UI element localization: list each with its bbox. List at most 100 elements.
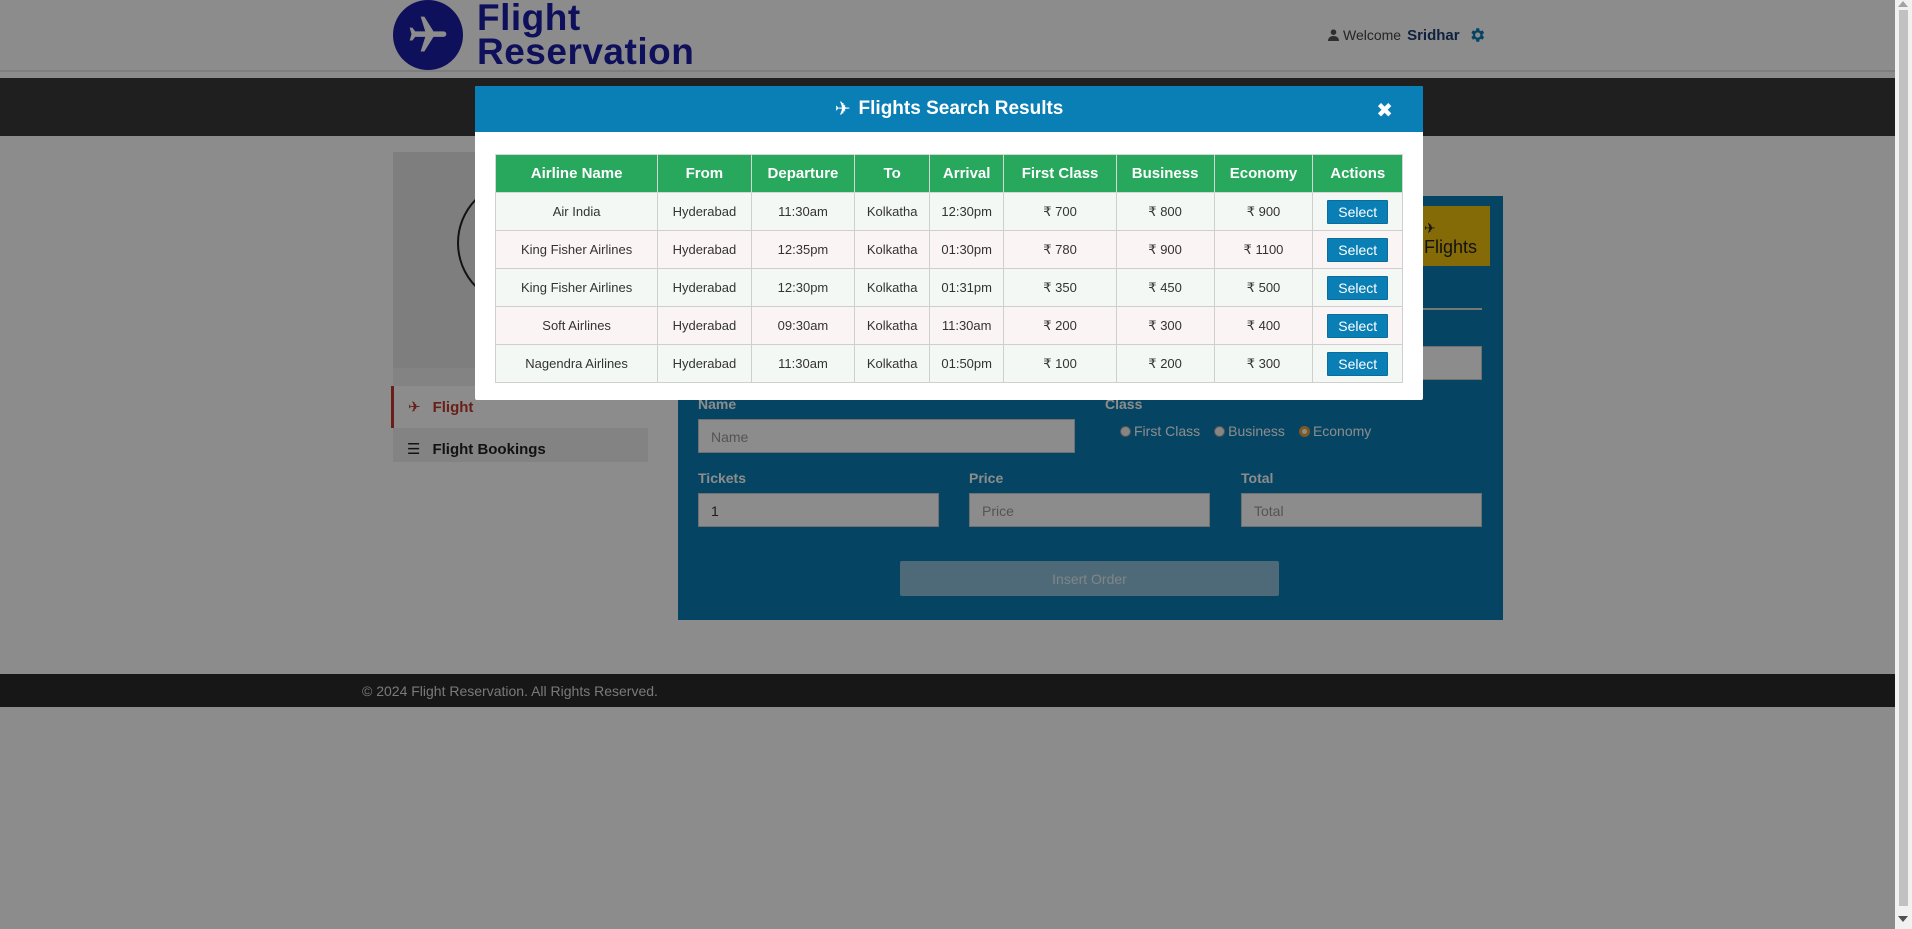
- rupee-icon: ₹: [1243, 241, 1252, 257]
- price-value: 300: [1258, 355, 1281, 371]
- table-cell-actions: Select: [1312, 230, 1403, 269]
- price-value: 300: [1160, 317, 1182, 333]
- table-cell-actions: Select: [1312, 344, 1403, 383]
- table-cell-to: Kolkatha: [854, 268, 930, 307]
- table-cell-airline: Nagendra Airlines: [494, 344, 659, 383]
- table-row: Nagendra Airlines Hyderabad 11:30am Kolkath…: [494, 344, 1403, 383]
- column-header: Departure: [750, 154, 856, 193]
- column-header: Arrival: [928, 154, 1005, 193]
- price-value: 450: [1160, 279, 1182, 295]
- select-flight-button[interactable]: Select: [1327, 237, 1389, 262]
- table-cell-to: Kolkatha: [854, 306, 930, 345]
- column-header: From: [657, 154, 752, 193]
- rupee-icon: ₹: [1246, 317, 1255, 333]
- table-cell-business: ₹ 800: [1115, 192, 1215, 231]
- select-flight-button[interactable]: Select: [1327, 351, 1389, 376]
- table-cell-to: Kolkatha: [854, 192, 930, 231]
- table-cell-from: Hyderabad: [657, 192, 752, 231]
- table-cell-economy: ₹ 400: [1213, 306, 1314, 345]
- table-cell-business: ₹ 200: [1115, 344, 1215, 383]
- price-value: 800: [1160, 203, 1182, 219]
- table-cell-economy: ₹ 300: [1213, 344, 1314, 383]
- table-cell-airline: King Fisher Airlines: [494, 268, 659, 307]
- scrollbar-thumb[interactable]: [1899, 10, 1908, 906]
- table-cell-business: ₹ 450: [1115, 268, 1215, 307]
- table-row: Air India Hyderabad 11:30am Kolkatha 12:30pm…: [494, 192, 1403, 231]
- rupee-icon: ₹: [1148, 241, 1157, 257]
- table-cell-departure: 12:35pm: [750, 230, 856, 269]
- table-cell-arrival: 01:50pm: [928, 344, 1005, 383]
- rupee-icon: ₹: [1246, 355, 1255, 371]
- table-cell-arrival: 01:31pm: [928, 268, 1005, 307]
- price-value: 900: [1258, 203, 1281, 219]
- table-row: King Fisher Airlines Hyderabad 12:35pm Kolk…: [494, 230, 1403, 269]
- column-header: First Class: [1003, 154, 1117, 193]
- rupee-icon: ₹: [1043, 355, 1052, 371]
- table-cell-actions: Select: [1312, 268, 1403, 307]
- price-value: 200: [1055, 317, 1077, 333]
- plane-icon: ✈: [834, 98, 851, 120]
- table-cell-first: ₹ 780: [1003, 230, 1117, 269]
- table-cell-departure: 12:30pm: [750, 268, 856, 307]
- table-cell-from: Hyderabad: [657, 230, 752, 269]
- price-value: 500: [1258, 279, 1281, 295]
- rupee-icon: ₹: [1246, 279, 1255, 295]
- table-cell-from: Hyderabad: [657, 306, 752, 345]
- rupee-icon: ₹: [1043, 317, 1052, 333]
- table-cell-arrival: 12:30pm: [928, 192, 1005, 231]
- table-cell-from: Hyderabad: [657, 268, 752, 307]
- table-cell-first: ₹ 200: [1003, 306, 1117, 345]
- rupee-icon: ₹: [1148, 355, 1157, 371]
- column-header: Business: [1115, 154, 1215, 193]
- rupee-icon: ₹: [1043, 203, 1052, 219]
- table-cell-to: Kolkatha: [854, 344, 930, 383]
- scroll-down-icon[interactable]: [1898, 916, 1908, 922]
- table-cell-from: Hyderabad: [657, 344, 752, 383]
- modal-header: ✈ Flights Search Results ✖: [475, 86, 1423, 132]
- table-cell-actions: Select: [1312, 192, 1403, 231]
- table-cell-airline: Air India: [494, 192, 659, 231]
- rupee-icon: ₹: [1043, 279, 1052, 295]
- modal-body: Airline Name From Departure To Arrival First …: [475, 132, 1423, 400]
- table-cell-to: Kolkatha: [854, 230, 930, 269]
- select-flight-button[interactable]: Select: [1327, 199, 1389, 224]
- column-header: Actions: [1312, 154, 1403, 193]
- column-header: Airline Name: [494, 154, 659, 193]
- table-cell-airline: King Fisher Airlines: [494, 230, 659, 269]
- results-table: Airline Name From Departure To Arrival First …: [494, 154, 1403, 383]
- table-cell-first: ₹ 350: [1003, 268, 1117, 307]
- table-cell-departure: 11:30am: [750, 192, 856, 231]
- rupee-icon: ₹: [1246, 203, 1255, 219]
- close-icon[interactable]: ✖: [1376, 98, 1393, 123]
- table-cell-arrival: 01:30pm: [928, 230, 1005, 269]
- rupee-icon: ₹: [1043, 241, 1052, 257]
- table-cell-first: ₹ 100: [1003, 344, 1117, 383]
- price-value: 700: [1055, 203, 1077, 219]
- table-cell-departure: 09:30am: [750, 306, 856, 345]
- table-cell-first: ₹ 700: [1003, 192, 1117, 231]
- table-cell-economy: ₹ 1100: [1213, 230, 1314, 269]
- price-value: 200: [1160, 355, 1182, 371]
- table-cell-arrival: 11:30am: [928, 306, 1005, 345]
- table-cell-departure: 11:30am: [750, 344, 856, 383]
- rupee-icon: ₹: [1148, 317, 1157, 333]
- price-value: 900: [1160, 241, 1182, 257]
- select-flight-button[interactable]: Select: [1327, 275, 1389, 300]
- modal-title: Flights Search Results: [858, 98, 1064, 119]
- scroll-up-icon[interactable]: [1898, 1, 1908, 7]
- price-value: 100: [1055, 355, 1077, 371]
- flight-results-modal: ✈ Flights Search Results ✖ Airline Name F…: [475, 86, 1423, 400]
- select-flight-button[interactable]: Select: [1327, 313, 1389, 338]
- column-header: To: [854, 154, 930, 193]
- table-cell-economy: ₹ 500: [1213, 268, 1314, 307]
- results-body: Air India Hyderabad 11:30am Kolkatha 12:30pm…: [494, 192, 1403, 383]
- table-row: Soft Airlines Hyderabad 09:30am Kolkatha 11:…: [494, 306, 1403, 345]
- table-header-row: Airline Name From Departure To Arrival First …: [494, 154, 1403, 193]
- table-cell-economy: ₹ 900: [1213, 192, 1314, 231]
- table-cell-business: ₹ 900: [1115, 230, 1215, 269]
- table-cell-business: ₹ 300: [1115, 306, 1215, 345]
- rupee-icon: ₹: [1148, 279, 1157, 295]
- price-value: 1100: [1255, 241, 1284, 257]
- table-row: King Fisher Airlines Hyderabad 12:30pm Kolk…: [494, 268, 1403, 307]
- table-cell-actions: Select: [1312, 306, 1403, 345]
